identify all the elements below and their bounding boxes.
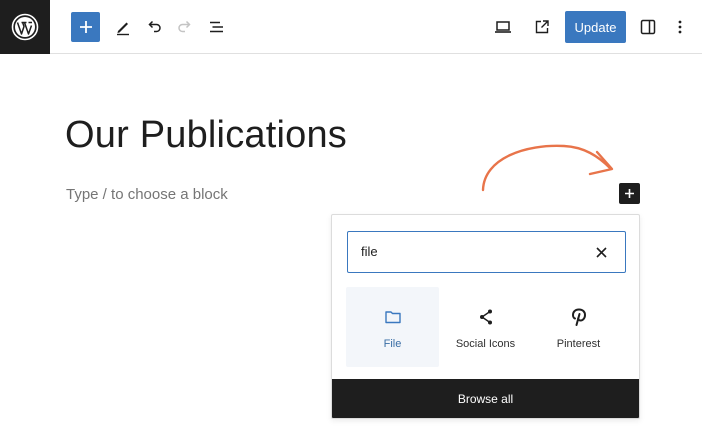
more-vertical-icon	[678, 20, 682, 34]
plus-icon	[625, 189, 634, 198]
list-view-button[interactable]	[202, 12, 232, 42]
post-title[interactable]: Our Publications	[65, 114, 347, 157]
block-search-input[interactable]: file	[347, 231, 626, 273]
plus-icon	[79, 21, 92, 33]
pinterest-icon	[567, 305, 591, 329]
update-button[interactable]: Update	[565, 11, 626, 43]
folder-icon	[381, 305, 405, 329]
browse-all-button[interactable]: Browse all	[332, 379, 639, 418]
block-inserter-toggle[interactable]	[619, 183, 640, 204]
tools-button[interactable]	[108, 12, 138, 42]
settings-button[interactable]	[633, 12, 663, 42]
undo-icon	[148, 20, 161, 33]
close-icon	[595, 246, 607, 258]
block-placeholder[interactable]: Type / to choose a block	[66, 186, 228, 203]
laptop-icon	[495, 21, 511, 33]
sidebar-toggle-icon	[640, 19, 656, 35]
search-value: file	[361, 244, 378, 259]
block-result-file[interactable]: File	[346, 287, 439, 367]
block-result-social-icons[interactable]: Social Icons	[439, 287, 532, 367]
block-result-label: Pinterest	[556, 338, 601, 350]
clear-search-button[interactable]	[593, 244, 609, 260]
quick-inserter: file File Social Icons Pinterest Browse …	[331, 214, 640, 419]
undo-button[interactable]	[139, 12, 169, 42]
redo-icon	[178, 20, 191, 33]
view-post-button[interactable]	[527, 12, 557, 42]
preview-button[interactable]	[488, 12, 518, 42]
pencil-icon	[117, 22, 129, 36]
editor-toolbar: Update	[0, 0, 702, 54]
block-result-pinterest[interactable]: Pinterest	[532, 287, 625, 367]
annotation-arrow	[481, 144, 614, 192]
list-view-icon	[210, 21, 223, 33]
options-button[interactable]	[669, 12, 691, 42]
block-result-label: File	[383, 338, 402, 350]
block-result-label: Social Icons	[455, 338, 516, 350]
redo-button[interactable]	[170, 12, 200, 42]
share-icon	[474, 305, 498, 329]
add-block-button[interactable]	[71, 12, 100, 42]
external-link-icon	[535, 20, 549, 34]
wordpress-icon[interactable]	[0, 0, 50, 54]
block-results: File Social Icons Pinterest	[346, 287, 627, 367]
